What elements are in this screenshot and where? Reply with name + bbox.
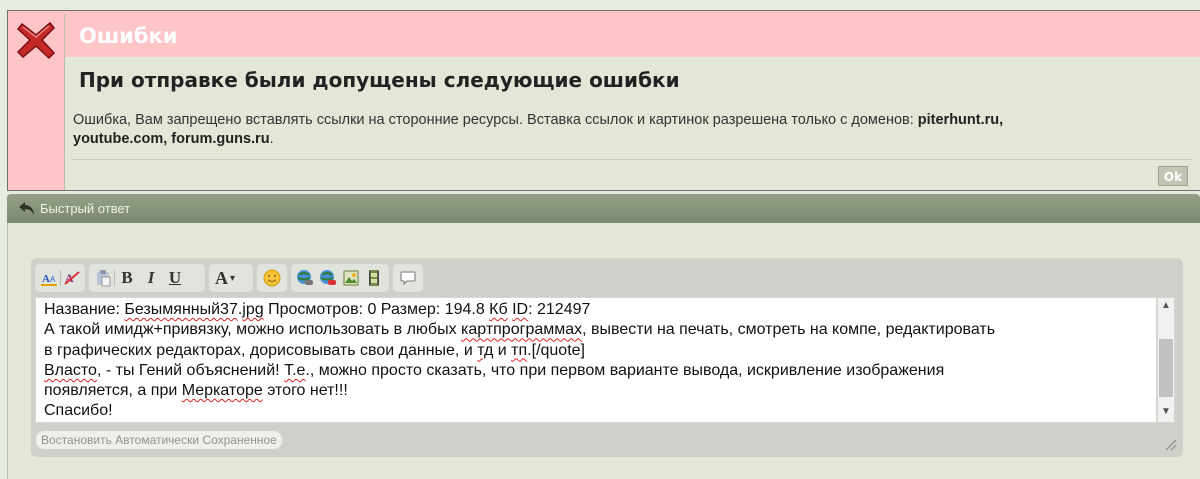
textarea-scrollbar[interactable]: ▲ ▼	[1157, 297, 1175, 423]
message-textarea[interactable]: Название: Безымянный37.jpg Просмотров: 0…	[35, 297, 1157, 423]
italic-icon[interactable]: I	[141, 268, 161, 288]
scroll-thumb[interactable]	[1159, 339, 1173, 397]
toolbar-separator	[114, 270, 115, 286]
toolbar-group-size: A ▾	[209, 264, 253, 292]
bold-icon[interactable]: B	[117, 268, 137, 288]
scroll-down-icon[interactable]: ▼	[1158, 406, 1174, 420]
svg-text:A: A	[50, 275, 56, 284]
allowed-domains-2: youtube.com, forum.guns.ru	[73, 131, 270, 147]
quick-reply-header[interactable]: Быстрый ответ	[7, 194, 1200, 223]
toolbar-group-format: AA A	[35, 264, 85, 292]
textarea-line: Власто, - ты Гений объяснений! Т.е., мож…	[44, 361, 945, 379]
textarea-line: появляется, а при Меркаторе этого нет!!!	[44, 382, 348, 400]
resize-grip-icon[interactable]	[1163, 437, 1177, 451]
paste-icon[interactable]	[93, 268, 113, 288]
error-dialog: Ошибки При отправке были допущены следую…	[7, 10, 1200, 191]
error-message-end: .	[269, 131, 274, 147]
insert-link-icon[interactable]	[295, 268, 315, 288]
toolbar-group-insert	[291, 264, 389, 292]
toolbar-group-text: B I U	[89, 264, 205, 292]
error-panel: Ошибки При отправке были допущены следую…	[64, 14, 1200, 190]
allowed-domain-1: piterhunt.ru,	[917, 112, 1004, 128]
error-title: Ошибки	[65, 14, 1200, 57]
underline-icon[interactable]: U	[165, 268, 185, 288]
insert-video-icon[interactable]	[364, 268, 384, 288]
toolbar-group-smiley	[257, 264, 287, 292]
error-heading: При отправке были допущены следующие оши…	[79, 68, 680, 92]
font-size-icon[interactable]: A ▾	[215, 268, 249, 288]
chevron-down-icon: ▾	[230, 272, 236, 284]
remove-link-icon[interactable]	[318, 268, 338, 288]
toolbar-separator	[60, 270, 61, 286]
scroll-up-icon[interactable]: ▲	[1158, 300, 1174, 314]
restore-autosave-button[interactable]: Востановить Автоматически Сохраненное	[35, 430, 283, 450]
smiley-icon[interactable]	[262, 268, 282, 288]
error-message-text: Ошибка, Вам запрещено вставлять ссылки н…	[73, 112, 918, 128]
reply-editor: AA A B I U A ▾ Название: Безымянный37.jp…	[31, 258, 1183, 457]
toolbar-group-quote	[393, 264, 423, 292]
textarea-line: А такой имидж+привязку, можно использова…	[44, 321, 996, 339]
error-message: Ошибка, Вам запрещено вставлять ссылки н…	[71, 111, 1192, 160]
ok-button[interactable]: Ok	[1158, 166, 1188, 186]
textarea-line: в графических редакторах, дорисовывать с…	[44, 341, 585, 359]
textarea-line: Спасибо!	[44, 402, 113, 420]
insert-image-icon[interactable]	[341, 268, 361, 288]
font-color-icon[interactable]: AA	[39, 268, 59, 288]
error-x-icon	[16, 21, 56, 60]
quote-icon[interactable]	[398, 268, 418, 288]
quick-reply-title: Быстрый ответ	[40, 201, 131, 216]
textarea-line: Название: Безымянный37.jpg Просмотров: 0…	[44, 301, 591, 318]
remove-format-icon[interactable]: A	[62, 268, 82, 288]
font-size-label: A	[215, 267, 228, 288]
reply-arrow-icon	[19, 202, 34, 215]
svg-text:A: A	[42, 273, 50, 285]
